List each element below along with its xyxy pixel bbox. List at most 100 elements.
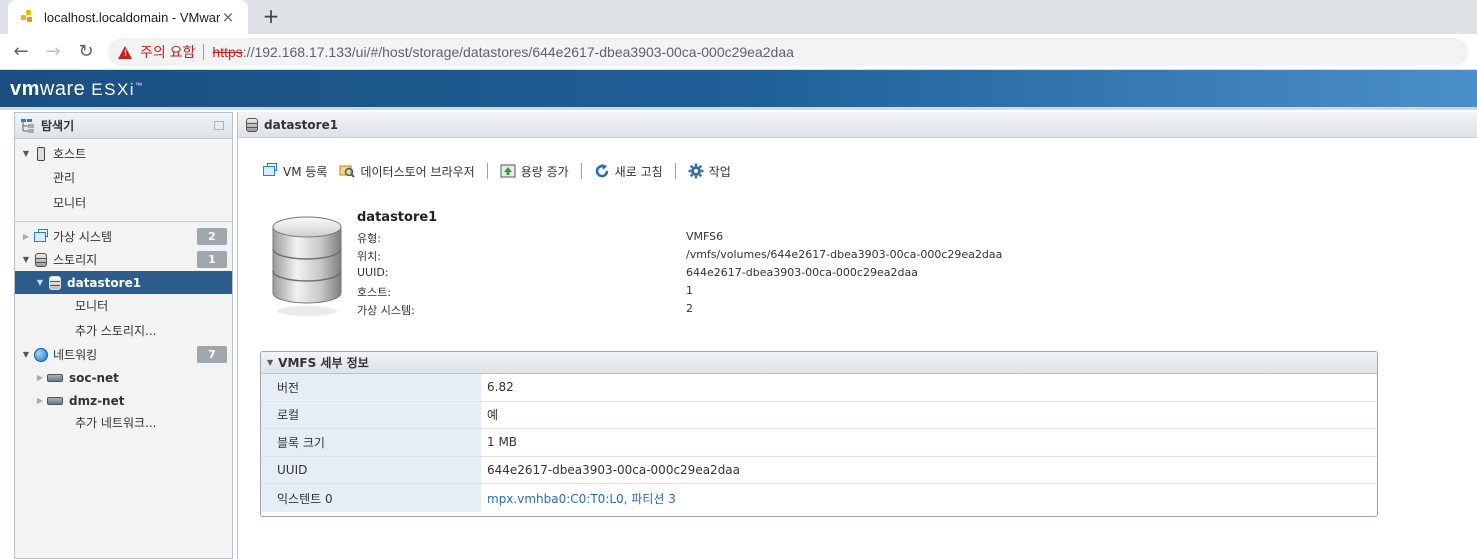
table-row: 익스텐트 0 mpx.vmhba0:C0:T0:L0, 파티션 3	[261, 484, 1377, 512]
vmware-esxi-logo: vmware ESXi™	[10, 78, 143, 100]
nav-host-manage[interactable]: 관리	[15, 166, 232, 189]
summary-location-label: 위치:	[357, 250, 381, 263]
vmfs-details-title: VMFS 세부 정보	[278, 356, 369, 370]
back-arrow-icon[interactable]: ←	[10, 42, 32, 64]
omnibox-separator	[203, 44, 205, 60]
vmfs-extent-link[interactable]: mpx.vmhba0:C0:T0:L0, 파티션 3	[481, 484, 1377, 512]
increase-capacity-icon	[500, 163, 516, 179]
datastore-icon	[47, 275, 63, 291]
nav-storage[interactable]: ▼ 스토리지 1	[15, 248, 232, 271]
content-pane: datastore1 VM 등록 데이터스토어 브라우저 용량 증가 새로 고침	[237, 112, 1477, 559]
vmfs-extent-label: 익스텐트 0	[261, 484, 481, 512]
new-tab-button[interactable]: +	[260, 6, 282, 28]
nav-storage-label: 스토리지	[53, 253, 98, 267]
vmfs-uuid-label: UUID	[261, 456, 481, 484]
nav-host[interactable]: ▼ 호스트	[15, 142, 232, 165]
nav-network-label: dmz-net	[69, 393, 125, 408]
collapsed-arrow-icon[interactable]: ▶	[35, 396, 45, 405]
datastore-browser-button[interactable]: 데이터스토어 브라우저	[339, 163, 475, 180]
summary-type-label: 유형:	[357, 232, 381, 245]
datastore-name: datastore1	[357, 210, 438, 225]
nav-virtual-machines[interactable]: ▶ 가상 시스템 2	[15, 225, 232, 248]
browser-tab[interactable]: localhost.localdomain - VMware ×	[8, 0, 248, 34]
navigator-header: 탐색기	[15, 113, 232, 139]
vmfs-details-header[interactable]: ▼ VMFS 세부 정보	[261, 352, 1377, 374]
url-scheme: https	[212, 44, 243, 60]
network-switch-icon	[47, 393, 65, 409]
datastore-large-icon	[271, 215, 343, 323]
storage-count-badge: 1	[197, 251, 227, 268]
nav-network-soc-net[interactable]: ▶ soc-net	[15, 366, 232, 389]
nav-network-dmz-net[interactable]: ▶ dmz-net	[15, 389, 232, 412]
nav-datastore1[interactable]: ▼ datastore1	[15, 271, 232, 294]
table-row: 버전 6.82	[261, 374, 1377, 402]
table-row: UUID 644e2617-dbea3903-00ca-000c29ea2daa	[261, 456, 1377, 485]
nav-divider	[15, 221, 232, 222]
summary-type-value: VMFS6	[686, 230, 724, 243]
virtual-machine-icon	[33, 228, 49, 245]
nav-host-monitor-label: 모니터	[53, 196, 87, 210]
content-title: datastore1	[264, 117, 339, 132]
esxi-header-bar: vmware ESXi™	[0, 70, 1477, 107]
datastore-icon	[244, 117, 260, 133]
toolbar: VM 등록 데이터스토어 브라우저 용량 증가 새로 고침 작업	[262, 161, 743, 181]
nav-more-storage[interactable]: 추가 스토리지...	[15, 319, 232, 342]
forward-arrow-icon[interactable]: →	[42, 42, 64, 64]
nav-datastore-monitor[interactable]: 모니터	[15, 294, 232, 317]
summary-location-value: /vmfs/volumes/644e2617-dbea3903-00ca-000…	[686, 248, 1003, 261]
host-icon	[33, 146, 49, 162]
nav-more-networks-label: 추가 네트워크...	[75, 416, 157, 430]
header-underline	[0, 107, 1477, 110]
expanded-arrow-icon[interactable]: ▼	[21, 255, 31, 264]
table-row: 로컬 예	[261, 401, 1377, 430]
expanded-arrow-icon[interactable]: ▼	[21, 350, 31, 359]
tab-title: localhost.localdomain - VMware	[44, 9, 220, 25]
tab-close-icon[interactable]: ×	[220, 8, 236, 26]
refresh-icon	[594, 163, 610, 179]
nav-more-networks[interactable]: 추가 네트워크...	[15, 411, 232, 434]
nav-host-manage-label: 관리	[53, 171, 76, 185]
network-count-badge: 7	[197, 346, 227, 363]
increase-capacity-label: 용량 증가	[520, 164, 569, 179]
collapse-navigator-icon[interactable]	[214, 121, 224, 130]
network-switch-icon	[47, 370, 65, 386]
vmfs-local-value: 예	[487, 408, 499, 423]
vmfs-version-value: 6.82	[487, 380, 514, 395]
vmware-favicon-icon	[20, 10, 34, 24]
refresh-label: 새로 고침	[614, 164, 663, 179]
url-omnibox[interactable]: ! 주의 요함 https://192.168.17.133/ui/#/host…	[108, 38, 1468, 66]
vmfs-block-size-value: 1 MB	[487, 435, 518, 450]
nav-networking-label: 네트워킹	[53, 348, 98, 362]
summary-vms-label: 가상 시스템:	[357, 304, 415, 317]
collapsed-arrow-icon[interactable]: ▶	[35, 373, 45, 382]
toolbar-separator	[674, 163, 676, 179]
browse-magnifier-icon	[339, 163, 356, 179]
refresh-button[interactable]: 새로 고침	[594, 163, 663, 180]
register-vm-icon	[262, 163, 278, 179]
navigator-tree-icon	[21, 118, 35, 133]
register-vm-button[interactable]: VM 등록	[262, 163, 327, 180]
security-warning[interactable]: ! 주의 요함	[118, 42, 195, 62]
expanded-arrow-icon[interactable]: ▼	[35, 278, 45, 287]
expanded-arrow-icon[interactable]: ▼	[21, 149, 31, 158]
actions-label: 작업	[708, 164, 731, 179]
url-path: ://192.168.17.133/ui/#/host/storage/data…	[242, 44, 794, 60]
summary-hosts-value: 1	[686, 284, 693, 297]
gear-icon	[688, 163, 704, 179]
nav-networking[interactable]: ▼ 네트워킹 7	[15, 343, 232, 366]
actions-button[interactable]: 작업	[688, 163, 731, 180]
expanded-arrow-icon[interactable]: ▼	[267, 358, 273, 367]
collapsed-arrow-icon[interactable]: ▶	[21, 232, 31, 241]
vmfs-local-label: 로컬	[261, 401, 481, 429]
register-vm-label: VM 등록	[283, 164, 328, 179]
nav-host-monitor[interactable]: 모니터	[15, 191, 232, 214]
warning-icon: !	[118, 45, 132, 59]
increase-capacity-button[interactable]: 용량 증가	[500, 163, 569, 180]
reload-icon[interactable]: ↻	[75, 42, 97, 64]
nav-datastore-label: datastore1	[67, 275, 142, 290]
nav-more-storage-label: 추가 스토리지...	[75, 324, 157, 338]
security-label: 주의 요함	[140, 44, 196, 60]
toolbar-separator	[486, 163, 488, 179]
content-header: datastore1	[238, 112, 1477, 138]
summary-uuid-value: 644e2617-dbea3903-00ca-000c29ea2daa	[686, 266, 918, 279]
